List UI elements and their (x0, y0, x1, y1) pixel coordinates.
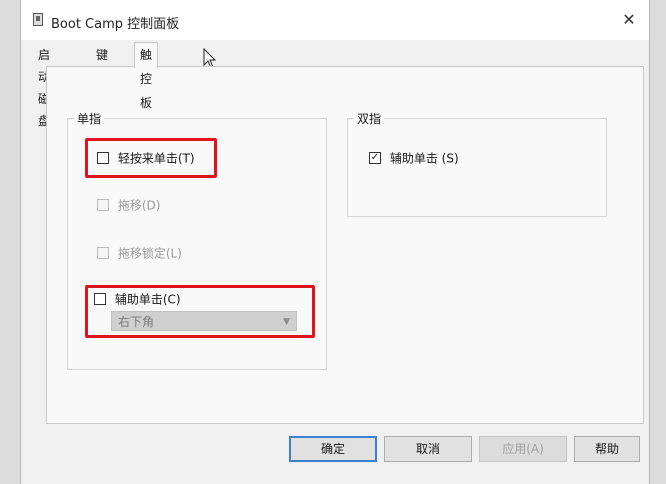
ok-button[interactable]: 确定 (289, 436, 377, 462)
help-button[interactable]: 帮助 (574, 436, 640, 462)
tab-keyboard[interactable]: 键盘 (91, 44, 113, 84)
two-finger-group: 双指 (347, 110, 607, 217)
dragging-label: 拖移(D) (117, 198, 161, 213)
two-finger-secondary-click-label: 辅助单击 (S) (389, 151, 459, 166)
apply-button: 应用(A) (479, 436, 567, 462)
dragging-option: 拖移(D) (97, 196, 160, 214)
highlight-secondary-click (85, 285, 315, 338)
title-bar: Boot Camp 控制面板 ✕ (21, 0, 649, 40)
cancel-button[interactable]: 取消 (384, 436, 472, 462)
dragging-checkbox (97, 198, 109, 211)
tab-startup-disk[interactable]: 启动磁盘 (33, 44, 55, 128)
two-finger-secondary-click-option[interactable]: ✓ 辅助单击 (S) (369, 149, 459, 167)
trackpad-panel: 单指 轻按来单击(T) 拖移(D) 拖移锁定(L) 辅助单击(C) 右下角 ▼ … (46, 66, 644, 424)
drag-lock-option: 拖移锁定(L) (97, 244, 182, 262)
tab-trackpad[interactable]: 触控板 (134, 42, 159, 110)
boot-camp-window: Boot Camp 控制面板 ✕ 启动磁盘 键盘 触控板 单指 轻按来单击(T)… (20, 0, 650, 484)
two-finger-secondary-click-checkbox[interactable]: ✓ (369, 151, 381, 164)
single-finger-title: 单指 (74, 110, 105, 127)
two-finger-title: 双指 (354, 110, 385, 127)
boot-camp-app-icon (33, 13, 43, 26)
highlight-tap-to-click (85, 138, 217, 178)
window-title: Boot Camp 控制面板 (51, 17, 180, 32)
close-icon[interactable]: ✕ (619, 10, 639, 30)
drag-lock-label: 拖移锁定(L) (117, 246, 182, 261)
drag-lock-checkbox (97, 246, 109, 259)
